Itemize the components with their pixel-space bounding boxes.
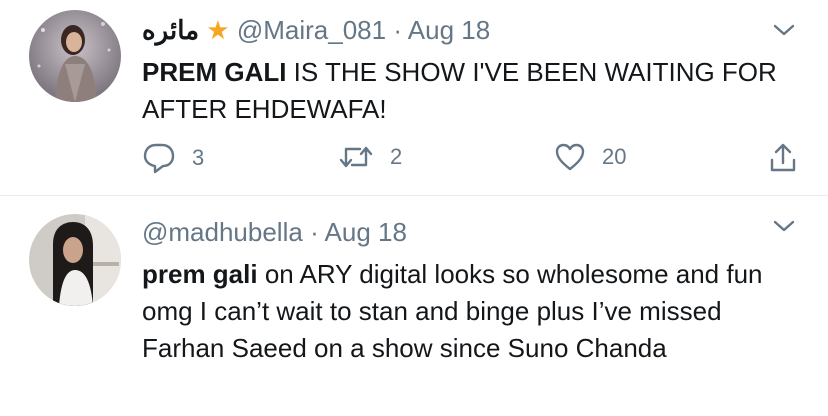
tweet-header: @madhubella · Aug 18	[142, 216, 407, 248]
tweet-text: PREM GALI IS THE SHOW I'VE BEEN WAITING …	[142, 54, 788, 128]
like-icon	[554, 142, 586, 172]
tweet-date[interactable]: Aug 18	[408, 15, 490, 45]
retweet-count: 2	[390, 144, 403, 169]
tweet[interactable]: مائره ★ @Maira_081 · Aug 18 PREM GALI IS…	[0, 0, 828, 196]
tweet[interactable]: @madhubella · Aug 18 prem gali on ARY di…	[0, 196, 828, 415]
retweet-icon	[338, 142, 374, 172]
tweet-text-strong[interactable]: prem gali	[142, 259, 258, 289]
reply-icon	[142, 142, 176, 174]
separator-dot: ·	[310, 217, 319, 247]
tweet-text-strong[interactable]: PREM GALI	[142, 57, 286, 87]
tweet-actions: 3 2 20	[142, 142, 798, 176]
chevron-down-icon[interactable]	[772, 218, 796, 234]
share-button[interactable]	[768, 142, 798, 174]
tweet-header: مائره ★ @Maira_081 · Aug 18	[142, 14, 490, 46]
share-icon	[768, 142, 798, 174]
user-handle[interactable]: @madhubella	[142, 217, 303, 247]
avatar[interactable]	[29, 214, 121, 306]
tweet-date[interactable]: Aug 18	[325, 217, 407, 247]
tweet-text: prem gali on ARY digital looks so wholes…	[142, 256, 788, 367]
retweet-button[interactable]: 2	[338, 142, 402, 172]
avatar[interactable]	[29, 10, 121, 102]
chevron-down-icon[interactable]	[772, 22, 796, 38]
separator-dot: ·	[393, 15, 402, 45]
star-emoji-icon: ★	[206, 15, 230, 45]
display-name[interactable]: مائره	[142, 15, 199, 45]
like-button[interactable]: 20	[554, 142, 626, 172]
user-handle[interactable]: @Maira_081	[237, 15, 386, 45]
reply-count: 3	[192, 145, 205, 170]
like-count: 20	[602, 144, 627, 169]
reply-button[interactable]: 3	[142, 142, 204, 174]
